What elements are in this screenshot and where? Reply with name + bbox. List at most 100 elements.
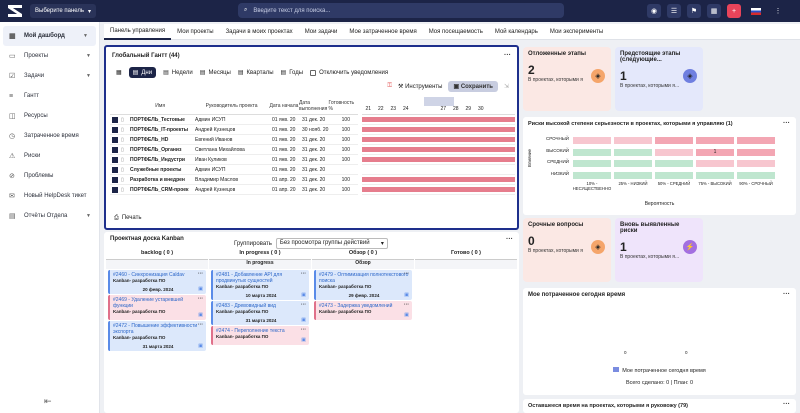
tab-my-time[interactable]: Мое затраченное время [343,24,422,40]
kanban-card[interactable]: ··· #2472 - Повышение эффективности эксп… [108,321,206,351]
more-icon[interactable]: ··· [404,302,409,308]
checkbox[interactable] [310,69,317,76]
risk-cell[interactable] [573,137,611,144]
gantt-bar[interactable] [362,187,515,192]
row-name[interactable]: Служебные проекты [130,167,192,173]
scale-quarters[interactable]: ▤ Кварталы [238,69,274,77]
risk-cell[interactable] [573,148,611,156]
kanban-card[interactable]: ··· #2473 - Задержка уведомлений Kanban-… [314,301,412,320]
sidebar-item-helpdesk[interactable]: ✉ Новый HelpDesk тикет [0,186,99,206]
risk-cell[interactable] [655,148,693,156]
scale-years[interactable]: ▤ Годы [281,69,304,77]
more-icon[interactable]: ··· [404,271,409,277]
card-title[interactable]: #2479 - Оптимизация полнотекстового поис… [319,272,409,284]
tab-my-projects[interactable]: Мои проекты [171,24,219,40]
row-checkbox[interactable] [112,146,118,153]
tab-tasks-in-projects[interactable]: Задачи в моих проектах [220,24,299,40]
risk-cell[interactable] [614,137,652,144]
sidebar-item-time[interactable]: ◷ Затраченное время [0,126,99,146]
more-icon[interactable]: ··· [301,271,306,277]
risk-cell[interactable] [614,160,652,167]
gantt-bar[interactable] [362,147,515,152]
risk-cell[interactable] [573,171,611,179]
sidebar-item-resources[interactable]: ◫ Ресурсы [0,106,99,126]
gantt-row[interactable]: ▯ Разработка и внедрен Владимир Маслов 0… [110,175,358,185]
language-flag-icon[interactable] [749,4,763,18]
row-name[interactable]: ПОРТФЕЛЬ_CRM-проек [130,187,192,193]
collapse-sidebar-icon[interactable]: ⇤ [44,396,52,407]
row-checkbox[interactable] [112,166,118,173]
more-icon[interactable]: ··· [783,120,790,127]
kanban-card[interactable]: ··· #2469 - Удаление устаревшей функции … [108,295,206,320]
more-icon[interactable]: ··· [301,327,306,333]
tab-calendar[interactable]: Мой календарь [489,24,544,40]
risk-cell[interactable] [655,160,693,167]
row-checkbox[interactable] [112,176,118,183]
risk-cell[interactable]: 1 [696,148,734,156]
row-name[interactable]: Разработка и внедрен [130,177,192,183]
gantt-row[interactable]: ▯ ПОРТФЕЛЬ_Организ Светлана Михайлова 01… [110,145,358,155]
gantt-bar[interactable] [362,117,515,122]
kanban-card[interactable]: ··· #2479 - Оптимизация полнотекстового … [314,270,412,300]
tools-button[interactable]: ⚒ Инструменты [398,83,442,90]
row-name[interactable]: ПОРТФЕЛЬ_Индустри [130,157,192,163]
risk-cell[interactable] [614,148,652,156]
calendar-icon[interactable]: ▦ [707,4,721,18]
kanban-card[interactable]: ··· #2460 - Синхронизация Caldav Kanban-… [108,270,206,294]
risk-cell[interactable] [696,171,734,179]
sidebar-item-risks[interactable]: ⚠ Риски [0,146,99,166]
more-icon[interactable]: ··· [504,52,511,59]
more-icon[interactable]: ··· [506,236,513,243]
search-input[interactable]: ⌕ Введите текст для поиска... [238,3,564,18]
gantt-row[interactable]: ▯ Служебные проекты Админ ИСУП 01 янв. 2… [110,165,358,175]
risk-cell[interactable] [655,171,693,179]
sidebar-item-reports[interactable]: ▤ Отчёты Отдела ▼ [0,206,99,226]
gantt-bar[interactable] [362,177,515,182]
gantt-bar[interactable] [362,157,515,162]
risk-cell[interactable] [737,148,775,156]
more-icon[interactable]: ··· [783,291,790,298]
more-icon[interactable]: ··· [198,296,203,302]
kpi-tile[interactable]: Вновь выявленные риски 1 В проектах, кот… [615,218,703,282]
risk-cell[interactable] [614,171,652,179]
risk-cell[interactable] [737,137,775,144]
more-icon[interactable]: ⋮ [771,4,785,18]
kpi-tile[interactable]: Срочные вопросы 0 В проектах, которыми я… [523,218,611,282]
more-icon[interactable]: ··· [301,302,306,308]
card-title[interactable]: #2472 - Повышение эффективности экспорта [113,323,203,335]
gantt-bar[interactable] [362,127,515,132]
expand-icon[interactable]: ⇲ [504,83,509,90]
sidebar-item-dashboard[interactable]: ▦ Мой дашборд ▼ [3,26,96,46]
tab-control-panel[interactable]: Панель управления [104,24,172,40]
settings-icon[interactable]: ☰ [667,4,681,18]
kanban-card[interactable]: ··· #2481 - Добавление API для продвинут… [211,270,309,300]
risk-cell[interactable] [737,171,775,179]
tab-attendance[interactable]: Моя посещаемость [423,24,489,40]
scale-days[interactable]: ▤ Дни [128,67,157,78]
print-button[interactable]: ⎙ Печать [114,215,141,222]
group-select[interactable]: Без просмотра группы действий ▾ [275,238,388,249]
row-checkbox[interactable] [112,186,118,193]
row-name[interactable]: ПОРТФЕЛЬ_HD [130,137,192,143]
gantt-bar[interactable] [362,137,515,142]
flag-icon[interactable]: ⚑ [687,4,701,18]
row-name[interactable]: ПОРТФЕЛЬ_Организ [130,147,192,153]
tab-my-tasks[interactable]: Мои задачи [299,24,344,40]
risk-cell[interactable] [696,160,734,167]
sidebar-item-projects[interactable]: ▭ Проекты ▼ [0,46,99,66]
card-title[interactable]: #2469 - Удаление устаревшей функции [113,297,203,309]
critical-path-icon[interactable]: ⚿ [387,83,392,90]
row-name[interactable]: ПОРТФЕЛЬ_Тестовые [130,117,192,123]
more-icon[interactable]: ··· [198,322,203,328]
row-checkbox[interactable] [112,126,118,133]
risk-cell[interactable] [737,160,775,167]
risk-cell[interactable] [696,137,734,144]
add-icon[interactable]: + [727,4,741,18]
row-checkbox[interactable] [112,156,118,163]
panel-select[interactable]: Выберите панель ▾ [30,4,96,18]
more-icon[interactable]: ··· [783,401,790,408]
gantt-row[interactable]: ▯ ПОРТФЕЛЬ_HD Евгений Иванов 01 янв. 20 … [110,135,358,145]
gantt-row[interactable]: ▯ ПОРТФЕЛЬ_Индустри Иван Куликов 01 янв.… [110,155,358,165]
gantt-bar[interactable] [362,167,515,172]
more-icon[interactable]: ··· [198,271,203,277]
